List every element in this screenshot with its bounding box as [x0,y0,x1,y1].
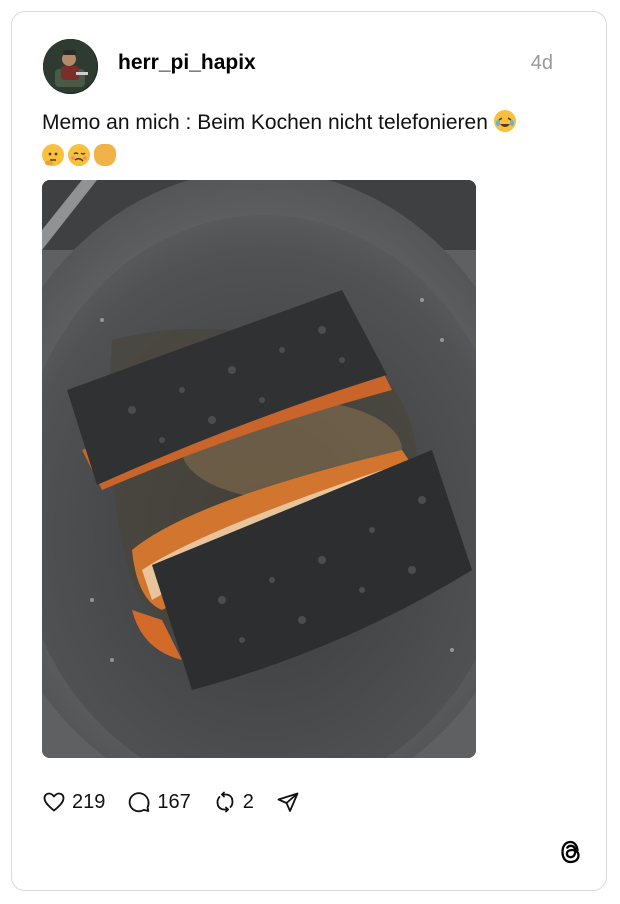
repost-button[interactable]: 2 [213,790,254,814]
post-card: herr_pi_hapix 4d Memo an mich : Beim Koc… [11,11,607,891]
burnt-fish-in-pan-image [42,180,476,758]
post-text: Memo an mich : Beim Kochen nicht telefon… [42,106,562,174]
threads-logo-icon[interactable] [558,838,584,866]
repost-icon [216,791,234,813]
share-button[interactable] [276,790,300,814]
share-icon [277,792,299,812]
like-count: 219 [72,790,106,813]
reply-icon [129,792,150,813]
heart-icon [43,792,65,812]
reply-count: 167 [157,790,191,813]
post-photo[interactable] [42,180,476,758]
post-actions: 219 167 2 [42,788,322,816]
face-with-tears-of-joy-emoji [493,110,516,132]
clapping-hands-emoji [94,144,116,166]
post-time: 4d [530,52,553,74]
username[interactable]: herr_pi_hapix [118,51,256,75]
reply-button[interactable]: 167 [127,790,191,814]
woozy-face-emoji [68,144,90,166]
avatar-image [43,39,98,94]
post-text-line1: Memo an mich : Beim Kochen nicht telefon… [42,111,488,134]
avatar[interactable] [43,39,98,94]
repost-count: 2 [242,790,254,813]
thinking-face-emoji [42,144,64,166]
like-button[interactable]: 219 [42,790,105,814]
